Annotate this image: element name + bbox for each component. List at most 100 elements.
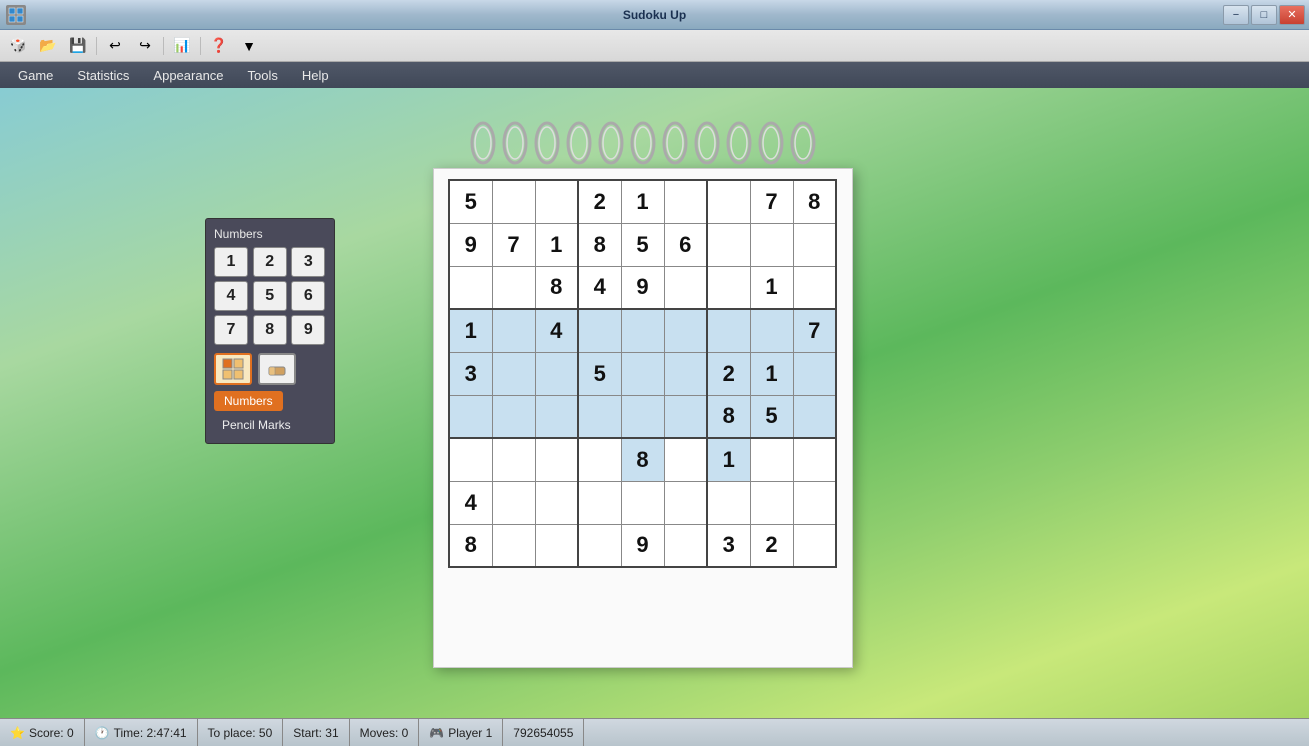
cell-8-1[interactable] [492, 524, 535, 567]
cell-3-5[interactable] [664, 309, 707, 352]
cell-8-4[interactable]: 9 [621, 524, 664, 567]
cell-5-3[interactable] [578, 395, 621, 438]
cell-7-3[interactable] [578, 481, 621, 524]
cell-0-0[interactable]: 5 [449, 180, 492, 223]
cell-7-5[interactable] [664, 481, 707, 524]
mode-numbers-btn[interactable]: Numbers [214, 391, 283, 411]
cell-1-7[interactable] [750, 223, 793, 266]
cell-7-8[interactable] [793, 481, 836, 524]
toolbar-down-icon[interactable]: ▼ [235, 34, 263, 58]
cell-4-4[interactable] [621, 352, 664, 395]
cell-3-8[interactable]: 7 [793, 309, 836, 352]
cell-8-8[interactable] [793, 524, 836, 567]
cell-3-3[interactable] [578, 309, 621, 352]
cell-2-6[interactable] [707, 266, 750, 309]
cell-4-1[interactable] [492, 352, 535, 395]
cell-5-8[interactable] [793, 395, 836, 438]
cell-2-2[interactable]: 8 [535, 266, 578, 309]
cell-4-2[interactable] [535, 352, 578, 395]
cell-5-4[interactable] [621, 395, 664, 438]
cell-2-7[interactable]: 1 [750, 266, 793, 309]
cell-8-3[interactable] [578, 524, 621, 567]
cell-0-8[interactable]: 8 [793, 180, 836, 223]
grid-tool-btn[interactable] [214, 353, 252, 385]
cell-6-8[interactable] [793, 438, 836, 481]
cell-6-5[interactable] [664, 438, 707, 481]
cell-8-0[interactable]: 8 [449, 524, 492, 567]
num-btn-2[interactable]: 2 [253, 247, 287, 277]
cell-3-0[interactable]: 1 [449, 309, 492, 352]
cell-8-2[interactable] [535, 524, 578, 567]
toolbar-new-icon[interactable]: 🎲 [4, 34, 32, 58]
cell-3-2[interactable]: 4 [535, 309, 578, 352]
cell-6-1[interactable] [492, 438, 535, 481]
eraser-tool-btn[interactable] [258, 353, 296, 385]
num-btn-5[interactable]: 5 [253, 281, 287, 311]
cell-0-5[interactable] [664, 180, 707, 223]
menu-help[interactable]: Help [290, 65, 341, 86]
toolbar-undo-icon[interactable]: ↩ [101, 34, 129, 58]
toolbar-help-icon[interactable]: ❓ [205, 34, 233, 58]
cell-3-6[interactable] [707, 309, 750, 352]
num-btn-4[interactable]: 4 [214, 281, 248, 311]
menu-statistics[interactable]: Statistics [65, 65, 141, 86]
toolbar-chart-icon[interactable]: 📊 [168, 34, 196, 58]
cell-1-8[interactable] [793, 223, 836, 266]
cell-0-6[interactable] [707, 180, 750, 223]
cell-7-4[interactable] [621, 481, 664, 524]
num-btn-3[interactable]: 3 [291, 247, 325, 277]
cell-8-7[interactable]: 2 [750, 524, 793, 567]
cell-6-0[interactable] [449, 438, 492, 481]
cell-2-4[interactable]: 9 [621, 266, 664, 309]
cell-5-5[interactable] [664, 395, 707, 438]
cell-2-5[interactable] [664, 266, 707, 309]
cell-0-1[interactable] [492, 180, 535, 223]
menu-tools[interactable]: Tools [236, 65, 290, 86]
cell-2-8[interactable] [793, 266, 836, 309]
toolbar-open-icon[interactable]: 📂 [34, 34, 62, 58]
cell-5-2[interactable] [535, 395, 578, 438]
num-btn-7[interactable]: 7 [214, 315, 248, 345]
cell-4-6[interactable]: 2 [707, 352, 750, 395]
cell-6-3[interactable] [578, 438, 621, 481]
cell-0-2[interactable] [535, 180, 578, 223]
cell-5-1[interactable] [492, 395, 535, 438]
maximize-button[interactable]: □ [1251, 5, 1277, 25]
toolbar-redo-icon[interactable]: ↪ [131, 34, 159, 58]
cell-7-1[interactable] [492, 481, 535, 524]
cell-4-5[interactable] [664, 352, 707, 395]
cell-5-0[interactable] [449, 395, 492, 438]
cell-7-7[interactable] [750, 481, 793, 524]
cell-7-2[interactable] [535, 481, 578, 524]
menu-game[interactable]: Game [6, 65, 65, 86]
cell-0-3[interactable]: 2 [578, 180, 621, 223]
cell-4-7[interactable]: 1 [750, 352, 793, 395]
cell-6-4[interactable]: 8 [621, 438, 664, 481]
num-btn-8[interactable]: 8 [253, 315, 287, 345]
cell-5-6[interactable]: 8 [707, 395, 750, 438]
cell-3-1[interactable] [492, 309, 535, 352]
close-button[interactable]: ✕ [1279, 5, 1305, 25]
cell-8-5[interactable] [664, 524, 707, 567]
cell-1-1[interactable]: 7 [492, 223, 535, 266]
cell-0-4[interactable]: 1 [621, 180, 664, 223]
num-btn-9[interactable]: 9 [291, 315, 325, 345]
cell-1-4[interactable]: 5 [621, 223, 664, 266]
cell-4-8[interactable] [793, 352, 836, 395]
cell-4-0[interactable]: 3 [449, 352, 492, 395]
toolbar-save-icon[interactable]: 💾 [64, 34, 92, 58]
cell-5-7[interactable]: 5 [750, 395, 793, 438]
cell-1-5[interactable]: 6 [664, 223, 707, 266]
cell-6-6[interactable]: 1 [707, 438, 750, 481]
sudoku-grid[interactable]: 5217897185684911473521858148932 [448, 179, 837, 568]
cell-6-2[interactable] [535, 438, 578, 481]
mode-pencil-btn[interactable]: Pencil Marks [214, 415, 326, 435]
cell-1-2[interactable]: 1 [535, 223, 578, 266]
cell-2-3[interactable]: 4 [578, 266, 621, 309]
cell-0-7[interactable]: 7 [750, 180, 793, 223]
cell-1-6[interactable] [707, 223, 750, 266]
cell-7-6[interactable] [707, 481, 750, 524]
cell-1-3[interactable]: 8 [578, 223, 621, 266]
cell-2-1[interactable] [492, 266, 535, 309]
cell-1-0[interactable]: 9 [449, 223, 492, 266]
